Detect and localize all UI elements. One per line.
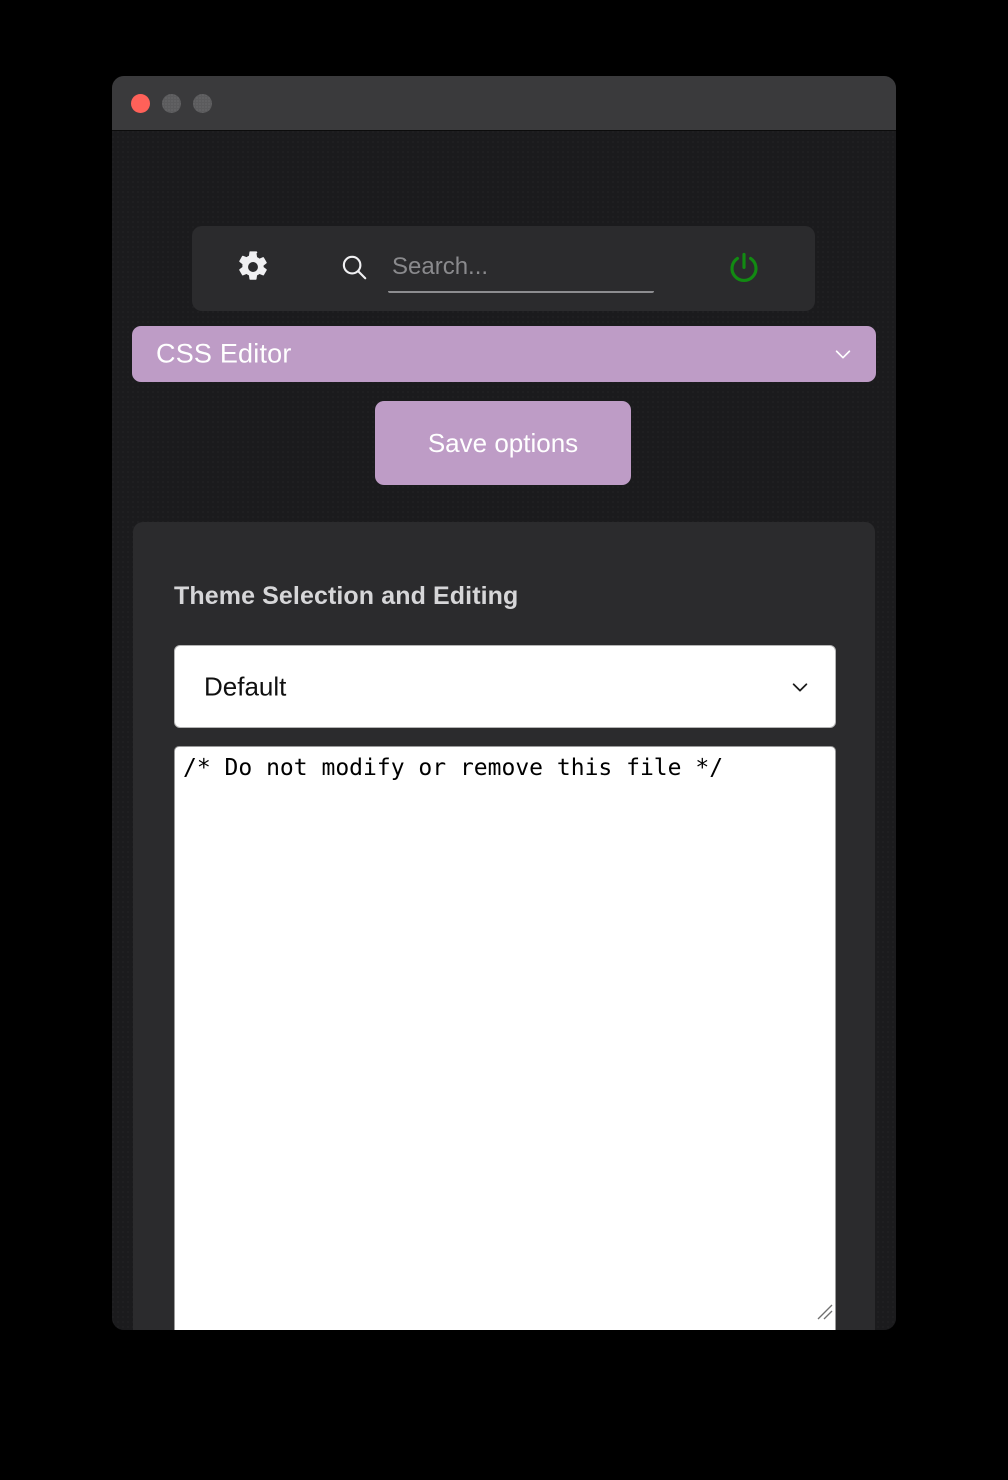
save-options-button[interactable]: Save options [375,401,631,485]
search-button[interactable] [334,249,374,289]
search-field-wrapper [388,246,654,293]
gear-icon [236,250,270,289]
search-icon [339,252,369,287]
theme-select-value: Default [204,671,287,701]
toolbar-panel [192,226,815,311]
chevron-down-icon [832,343,854,365]
maximize-window-button[interactable] [193,94,212,113]
window-body: CSS Editor Save options Theme Selection … [112,131,896,1330]
app-window: CSS Editor Save options Theme Selection … [112,76,896,1330]
chevron-down-icon [789,676,811,698]
css-editor-textarea[interactable]: /* Do not modify or remove this file */ [174,746,836,1330]
minimize-window-button[interactable] [162,94,181,113]
power-button[interactable] [722,248,766,292]
power-icon [726,250,762,291]
page-title: Theme Selection and Editing [174,582,519,610]
theme-select[interactable]: Default [174,645,836,728]
window-titlebar [112,76,896,131]
traffic-light-group [131,94,212,113]
section-dropdown-label: CSS Editor [156,338,292,369]
close-window-button[interactable] [131,94,150,113]
settings-button[interactable] [232,248,274,290]
search-input[interactable] [388,246,654,293]
section-dropdown[interactable]: CSS Editor [132,326,876,382]
content-panel: Theme Selection and Editing Default /* D… [133,522,875,1330]
